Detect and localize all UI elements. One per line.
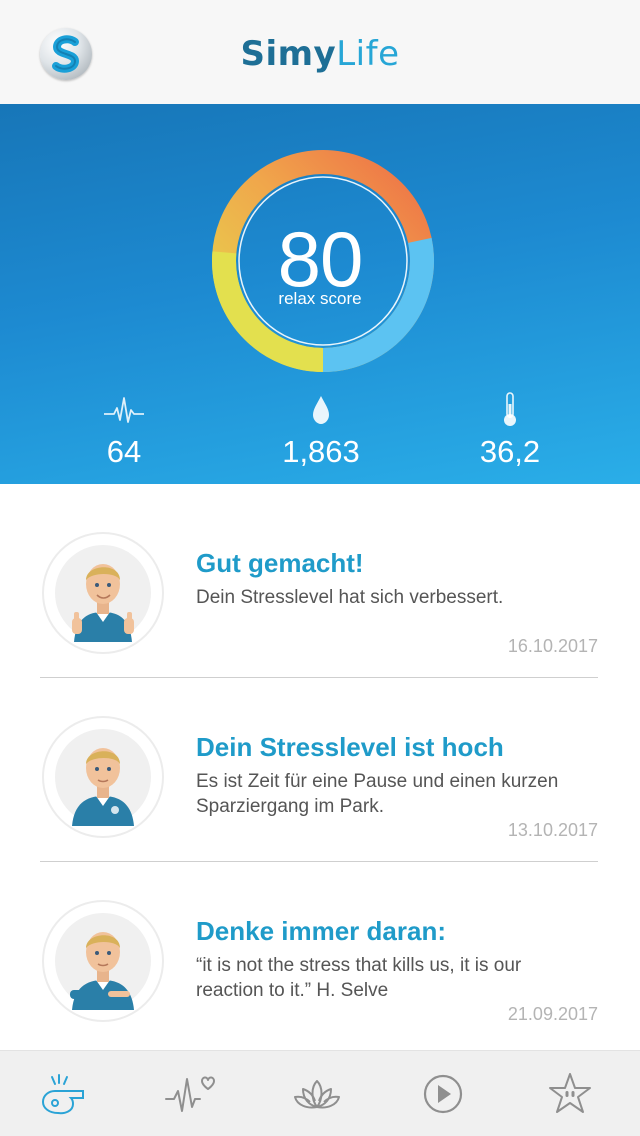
feed-card-title: Denke immer daran: <box>196 916 446 946</box>
brand-life: Life <box>336 34 400 74</box>
whistle-icon <box>41 1074 84 1115</box>
feed-card-text: Es ist Zeit für eine Pause und einen kur… <box>196 771 559 817</box>
temperature-metric[interactable]: 36,2 <box>430 390 590 470</box>
play-icon <box>423 1074 463 1114</box>
feed-card[interactable]: Dein Stresslevel ist hoch Es ist Zeit fü… <box>40 678 598 862</box>
relax-score-panel: 80 relax score 64 1,863 36,2 <box>0 104 640 484</box>
skin-conductance-metric[interactable]: 1,863 <box>241 390 401 470</box>
temperature-value: 36,2 <box>479 434 541 469</box>
tab-lotus[interactable] <box>287 1069 347 1119</box>
feed-card-date: 21.09.2017 <box>507 1004 598 1024</box>
feed-card-date: 16.10.2017 <box>507 636 598 656</box>
message-feed: Gut gemacht! Dein Stresslevel hat sich v… <box>0 484 640 1050</box>
feed-card-text: “it is not the stress that kills us, it … <box>196 955 522 1001</box>
feed-card[interactable]: Gut gemacht! Dein Stresslevel hat sich v… <box>40 494 598 678</box>
feed-card-title: Gut gemacht! <box>196 548 364 578</box>
avatar-thumbs-up-icon <box>42 532 164 654</box>
drop-icon <box>313 396 329 424</box>
tab-star[interactable] <box>540 1069 600 1119</box>
app-title: SimyLife <box>0 34 640 74</box>
feed-card-title: Dein Stresslevel ist hoch <box>196 732 504 762</box>
thermometer-icon <box>504 392 516 426</box>
heart-rate-metric[interactable]: 64 <box>44 390 204 470</box>
heart-rate-icon <box>104 397 144 423</box>
avatar-pointing-icon <box>42 900 164 1022</box>
relax-score-label: relax score <box>278 289 362 308</box>
heart-rate-value: 64 <box>106 434 142 469</box>
feed-card[interactable]: Denke immer daran: “it is not the stress… <box>40 862 598 1046</box>
app-header: SimyLife <box>0 0 640 104</box>
feed-card-date: 13.10.2017 <box>507 820 598 840</box>
star-icon <box>549 1073 591 1113</box>
bottom-tab-bar <box>0 1050 640 1136</box>
tab-whistle[interactable] <box>33 1069 93 1119</box>
tab-play[interactable] <box>413 1069 473 1119</box>
avatar-standing-icon <box>42 716 164 838</box>
tab-heartbeat[interactable] <box>160 1069 220 1119</box>
feed-card-text: Dein Stresslevel hat sich verbessert. <box>196 587 504 608</box>
heartbeat-icon <box>165 1076 215 1112</box>
brand-simy: Simy <box>240 34 337 74</box>
lotus-icon <box>294 1080 340 1109</box>
drop-value: 1,863 <box>282 434 360 469</box>
